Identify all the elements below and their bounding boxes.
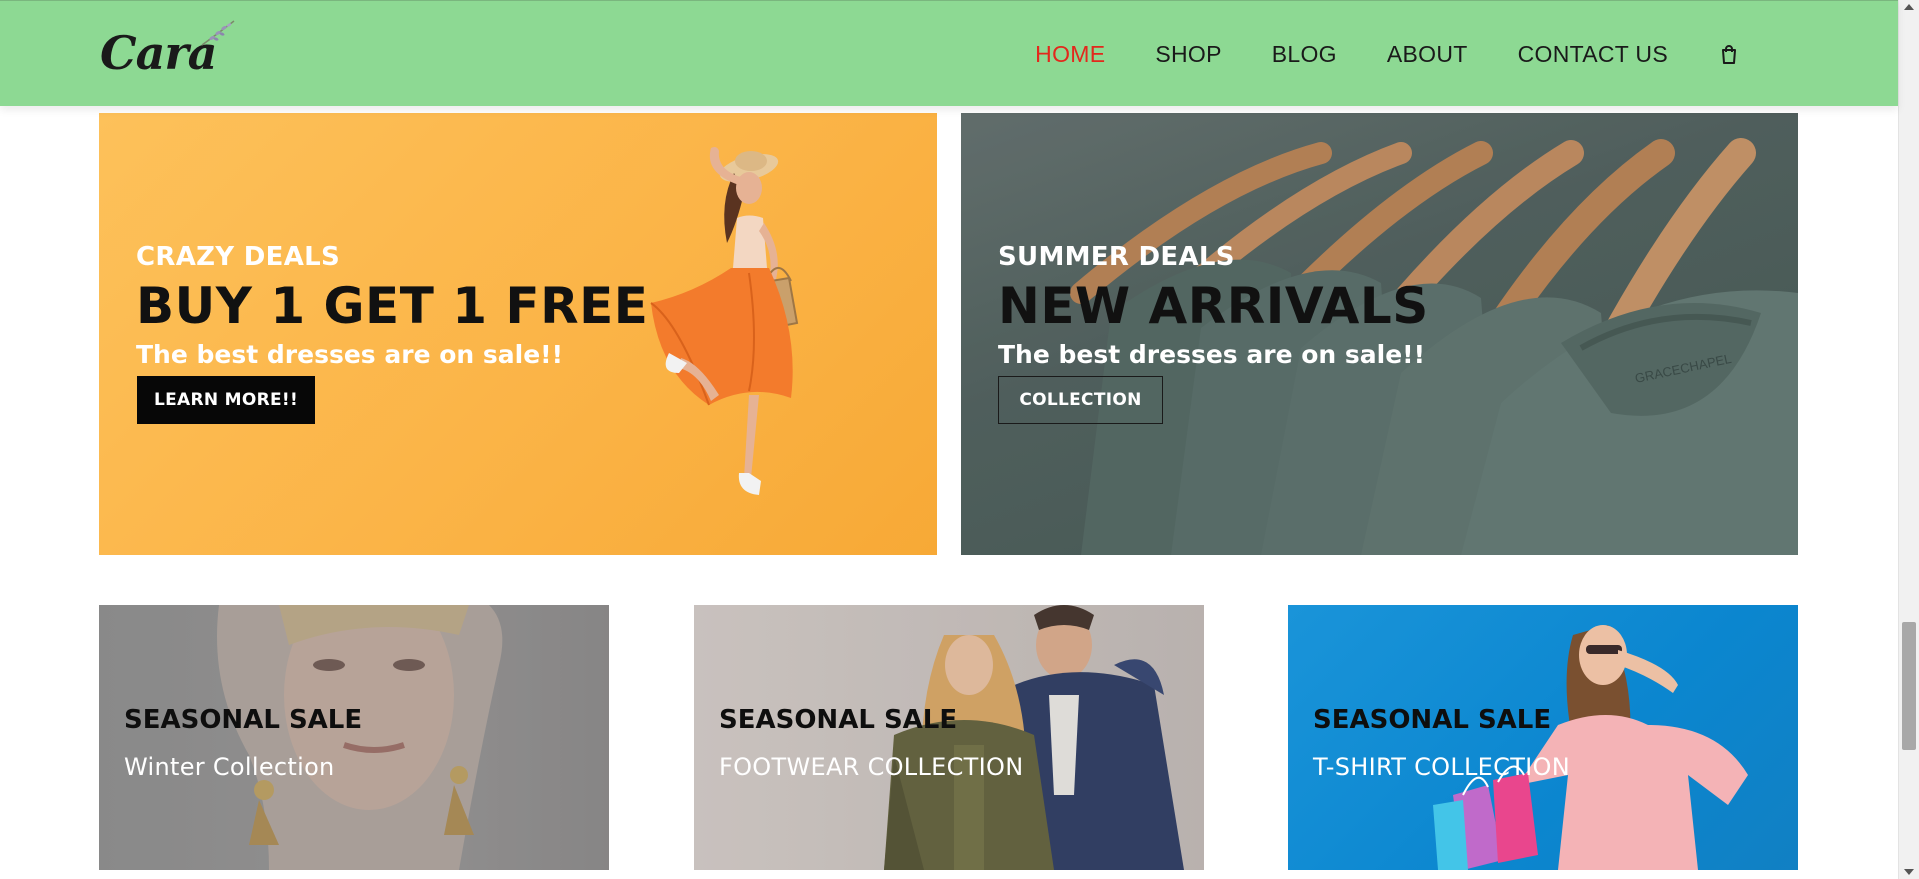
seasonal-sale-tshirt-card[interactable]: SEASONAL SALE T-SHIRT COLLECTION [1288, 605, 1798, 870]
nav-contact-us[interactable]: CONTACT US [1518, 41, 1668, 68]
card-subtitle: Winter Collection [124, 753, 335, 781]
banner-subtitle: The best dresses are on sale!! [998, 340, 1425, 369]
shopping-bag-icon[interactable] [1718, 43, 1740, 65]
card-title: SEASONAL SALE [124, 705, 363, 735]
nav-home[interactable]: HOME [1035, 41, 1105, 68]
learn-more-button[interactable]: LEARN MORE!! [137, 376, 315, 424]
banner-title: NEW ARRIVALS [998, 277, 1429, 335]
nav-blog[interactable]: BLOG [1272, 41, 1337, 68]
nav-shop[interactable]: SHOP [1155, 41, 1221, 68]
lavender-sprig-icon [201, 20, 235, 46]
seasonal-sale-footwear-card[interactable]: SEASONAL SALE FOOTWEAR COLLECTION [694, 605, 1204, 870]
site-header: Cara HOME SHOP BLOG ABOUT CONTACT US [0, 0, 1898, 106]
banner-eyebrow: SUMMER DEALS [998, 242, 1235, 272]
banner-subtitle: The best dresses are on sale!! [136, 340, 563, 369]
woman-with-earrings-image [99, 605, 609, 870]
banner-summer-deals: GRACECHAPEL SUMMER DEALS NEW ARRIVALS Th… [961, 113, 1798, 555]
banner-title: BUY 1 GET 1 FREE [136, 277, 649, 335]
nav-about[interactable]: ABOUT [1387, 41, 1468, 68]
card-title: SEASONAL SALE [719, 705, 958, 735]
logo[interactable]: Cara [100, 20, 235, 83]
scroll-up-arrow-icon[interactable] [1904, 4, 1914, 10]
seasonal-sale-winter-card[interactable]: SEASONAL SALE Winter Collection [99, 605, 609, 870]
card-title: SEASONAL SALE [1313, 705, 1552, 735]
scroll-thumb[interactable] [1902, 622, 1916, 750]
page-scrollbar[interactable] [1898, 0, 1919, 879]
woman-with-shopping-bags-image [1433, 625, 1748, 870]
collection-button[interactable]: COLLECTION [998, 376, 1163, 424]
scroll-down-arrow-icon[interactable] [1904, 869, 1914, 875]
couple-in-jackets-image [694, 605, 1204, 870]
main-nav: HOME SHOP BLOG ABOUT CONTACT US [1035, 1, 1740, 107]
banner-crazy-deals: CRAZY DEALS BUY 1 GET 1 FREE The best dr… [99, 113, 937, 555]
card-subtitle: FOOTWEAR COLLECTION [719, 753, 1024, 781]
logo-text: Cara [100, 26, 217, 80]
banner-eyebrow: CRAZY DEALS [136, 242, 341, 272]
card-subtitle: T-SHIRT COLLECTION [1313, 753, 1570, 781]
